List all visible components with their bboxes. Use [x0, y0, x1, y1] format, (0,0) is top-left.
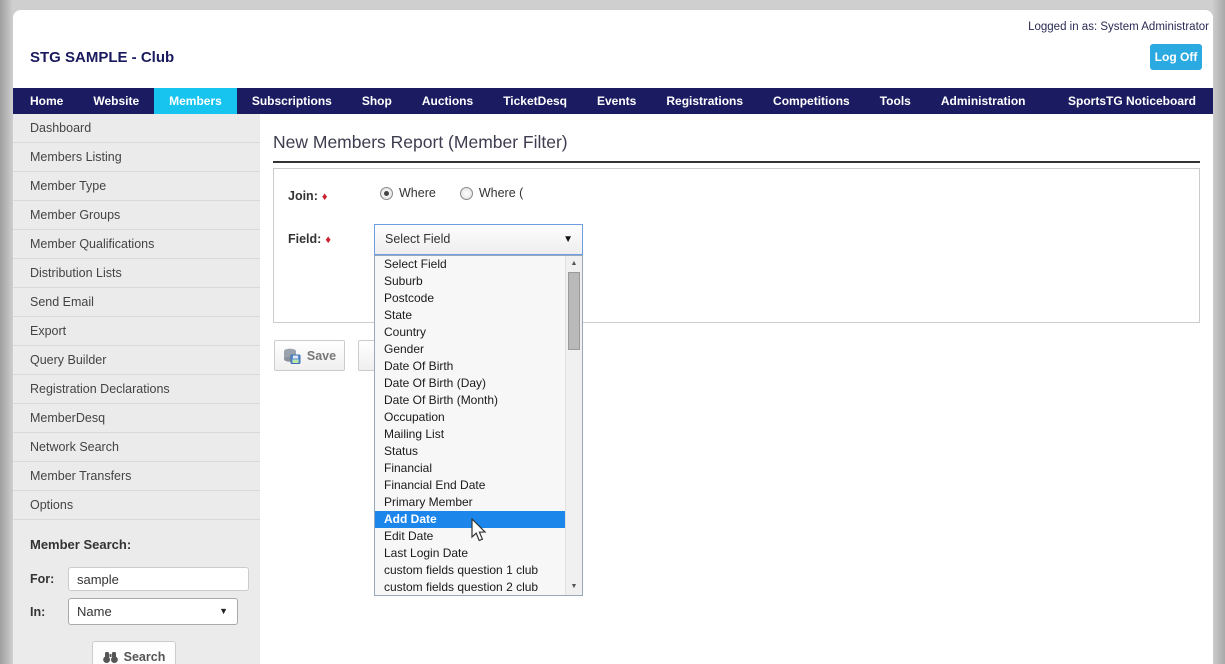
- sidebar-item-send-email[interactable]: Send Email: [13, 288, 260, 317]
- dropdown-option[interactable]: Gender: [375, 341, 565, 358]
- required-icon: ♦: [321, 191, 328, 203]
- nav-item-registrations[interactable]: Registrations: [651, 88, 758, 114]
- member-search-title: Member Search:: [30, 537, 132, 552]
- nav-item-tools[interactable]: Tools: [865, 88, 926, 114]
- report-title: New Members Report (Member Filter): [273, 132, 568, 152]
- field-label: Field: ♦: [288, 232, 331, 246]
- sidebar-item-dashboard[interactable]: Dashboard: [13, 114, 260, 143]
- field-select[interactable]: Select Field ▼: [374, 224, 583, 255]
- dropdown-scrollbar[interactable]: ▲ ▼: [565, 256, 582, 595]
- nav-item-home[interactable]: Home: [13, 88, 78, 114]
- search-for-input[interactable]: [68, 567, 249, 591]
- dropdown-option[interactable]: Occupation: [375, 409, 565, 426]
- title-divider: [273, 161, 1200, 163]
- field-select-value: Select Field: [385, 232, 451, 246]
- sidebar-item-query-builder[interactable]: Query Builder: [13, 346, 260, 375]
- join-label: Join: ♦: [288, 189, 328, 203]
- binoculars-icon: [102, 651, 118, 663]
- radio-where-paren-label: Where (: [478, 186, 524, 200]
- nav-item-events[interactable]: Events: [582, 88, 651, 114]
- sidebar-item-member-qualifications[interactable]: Member Qualifications: [13, 230, 260, 259]
- search-in-label: In:: [30, 604, 46, 619]
- radio-where[interactable]: Where: [380, 186, 436, 200]
- save-icon: [283, 348, 301, 364]
- main-nav: Home Website Members Subscriptions Shop …: [13, 88, 1213, 114]
- dropdown-option[interactable]: Suburb: [375, 273, 565, 290]
- nav-item-competitions[interactable]: Competitions: [758, 88, 865, 114]
- header: STG SAMPLE - Club Logged in as: System A…: [13, 10, 1213, 88]
- nav-item-ticketdesq[interactable]: TicketDesq: [488, 88, 582, 114]
- sidebar-item-export[interactable]: Export: [13, 317, 260, 346]
- save-button[interactable]: Save: [274, 340, 345, 371]
- dropdown-option[interactable]: Status: [375, 443, 565, 460]
- logged-in-status: Logged in as: System Administrator: [1028, 21, 1209, 33]
- mouse-cursor-icon: [471, 518, 487, 542]
- chevron-down-icon: ▼: [219, 606, 228, 616]
- dropdown-option[interactable]: custom fields question 1 club: [375, 562, 565, 579]
- radio-where-label: Where: [399, 186, 436, 200]
- search-for-label: For:: [30, 572, 55, 586]
- required-icon: ♦: [325, 234, 331, 246]
- dropdown-option[interactable]: Mailing List: [375, 426, 565, 443]
- search-in-select[interactable]: Name ▼: [68, 598, 238, 625]
- sidebar-item-network-search[interactable]: Network Search: [13, 433, 260, 462]
- log-off-button[interactable]: Log Off: [1150, 44, 1202, 70]
- search-button-label: Search: [123, 650, 166, 664]
- scroll-up-icon[interactable]: ▲: [566, 257, 582, 271]
- radio-selected-icon[interactable]: [380, 186, 393, 200]
- dropdown-option[interactable]: State: [375, 307, 565, 324]
- radio-unselected-icon[interactable]: [459, 186, 473, 200]
- nav-item-noticeboard[interactable]: SportsTG Noticeboard: [1051, 88, 1213, 114]
- sidebar-item-distribution-lists[interactable]: Distribution Lists: [13, 259, 260, 288]
- sidebar: Dashboard Members Listing Member Type Me…: [13, 114, 260, 664]
- dropdown-option[interactable]: Date Of Birth: [375, 358, 565, 375]
- nav-item-shop[interactable]: Shop: [347, 88, 407, 114]
- nav-item-auctions[interactable]: Auctions: [407, 88, 488, 114]
- app-window: STG SAMPLE - Club Logged in as: System A…: [13, 10, 1213, 664]
- dropdown-option[interactable]: Date Of Birth (Month): [375, 392, 565, 409]
- scrollbar-thumb[interactable]: [568, 272, 580, 350]
- dropdown-option[interactable]: Select Field: [375, 256, 565, 273]
- sidebar-item-member-groups[interactable]: Member Groups: [13, 201, 260, 230]
- field-dropdown-list: Select Field Suburb Postcode State Count…: [374, 255, 583, 596]
- dropdown-option[interactable]: Last Login Date: [375, 545, 565, 562]
- dropdown-option[interactable]: Financial: [375, 460, 565, 477]
- chevron-down-icon: ▼: [563, 234, 573, 245]
- sidebar-item-memberdesq[interactable]: MemberDesq: [13, 404, 260, 433]
- page-title: STG SAMPLE - Club: [30, 49, 175, 66]
- nav-item-members[interactable]: Members: [154, 88, 237, 114]
- nav-item-website[interactable]: Website: [78, 88, 154, 114]
- save-button-label: Save: [306, 348, 337, 363]
- nav-item-subscriptions[interactable]: Subscriptions: [237, 88, 347, 114]
- dropdown-option[interactable]: Date Of Birth (Day): [375, 375, 565, 392]
- nav-item-administration[interactable]: Administration: [926, 88, 1041, 114]
- dropdown-option[interactable]: custom fields question 2 club: [375, 579, 565, 595]
- sidebar-item-options[interactable]: Options: [13, 491, 260, 520]
- sidebar-item-members-listing[interactable]: Members Listing: [13, 143, 260, 172]
- search-button[interactable]: Search: [92, 641, 176, 664]
- radio-where-paren[interactable]: Where (: [459, 186, 524, 200]
- member-search-section: Member Search: For: In: Name ▼: [13, 520, 260, 664]
- sidebar-item-member-transfers[interactable]: Member Transfers: [13, 462, 260, 491]
- dropdown-options: Select Field Suburb Postcode State Count…: [375, 256, 565, 595]
- sidebar-item-registration-declarations[interactable]: Registration Declarations: [13, 375, 260, 404]
- scroll-down-icon[interactable]: ▼: [566, 580, 582, 594]
- search-in-value: Name: [77, 604, 112, 619]
- sidebar-item-member-type[interactable]: Member Type: [13, 172, 260, 201]
- dropdown-option[interactable]: Postcode: [375, 290, 565, 307]
- dropdown-option[interactable]: Country: [375, 324, 565, 341]
- main-content: New Members Report (Member Filter) Join:…: [260, 114, 1213, 664]
- join-radio-group: Where Where (: [380, 186, 523, 200]
- dropdown-option[interactable]: Primary Member: [375, 494, 565, 511]
- dropdown-option[interactable]: Financial End Date: [375, 477, 565, 494]
